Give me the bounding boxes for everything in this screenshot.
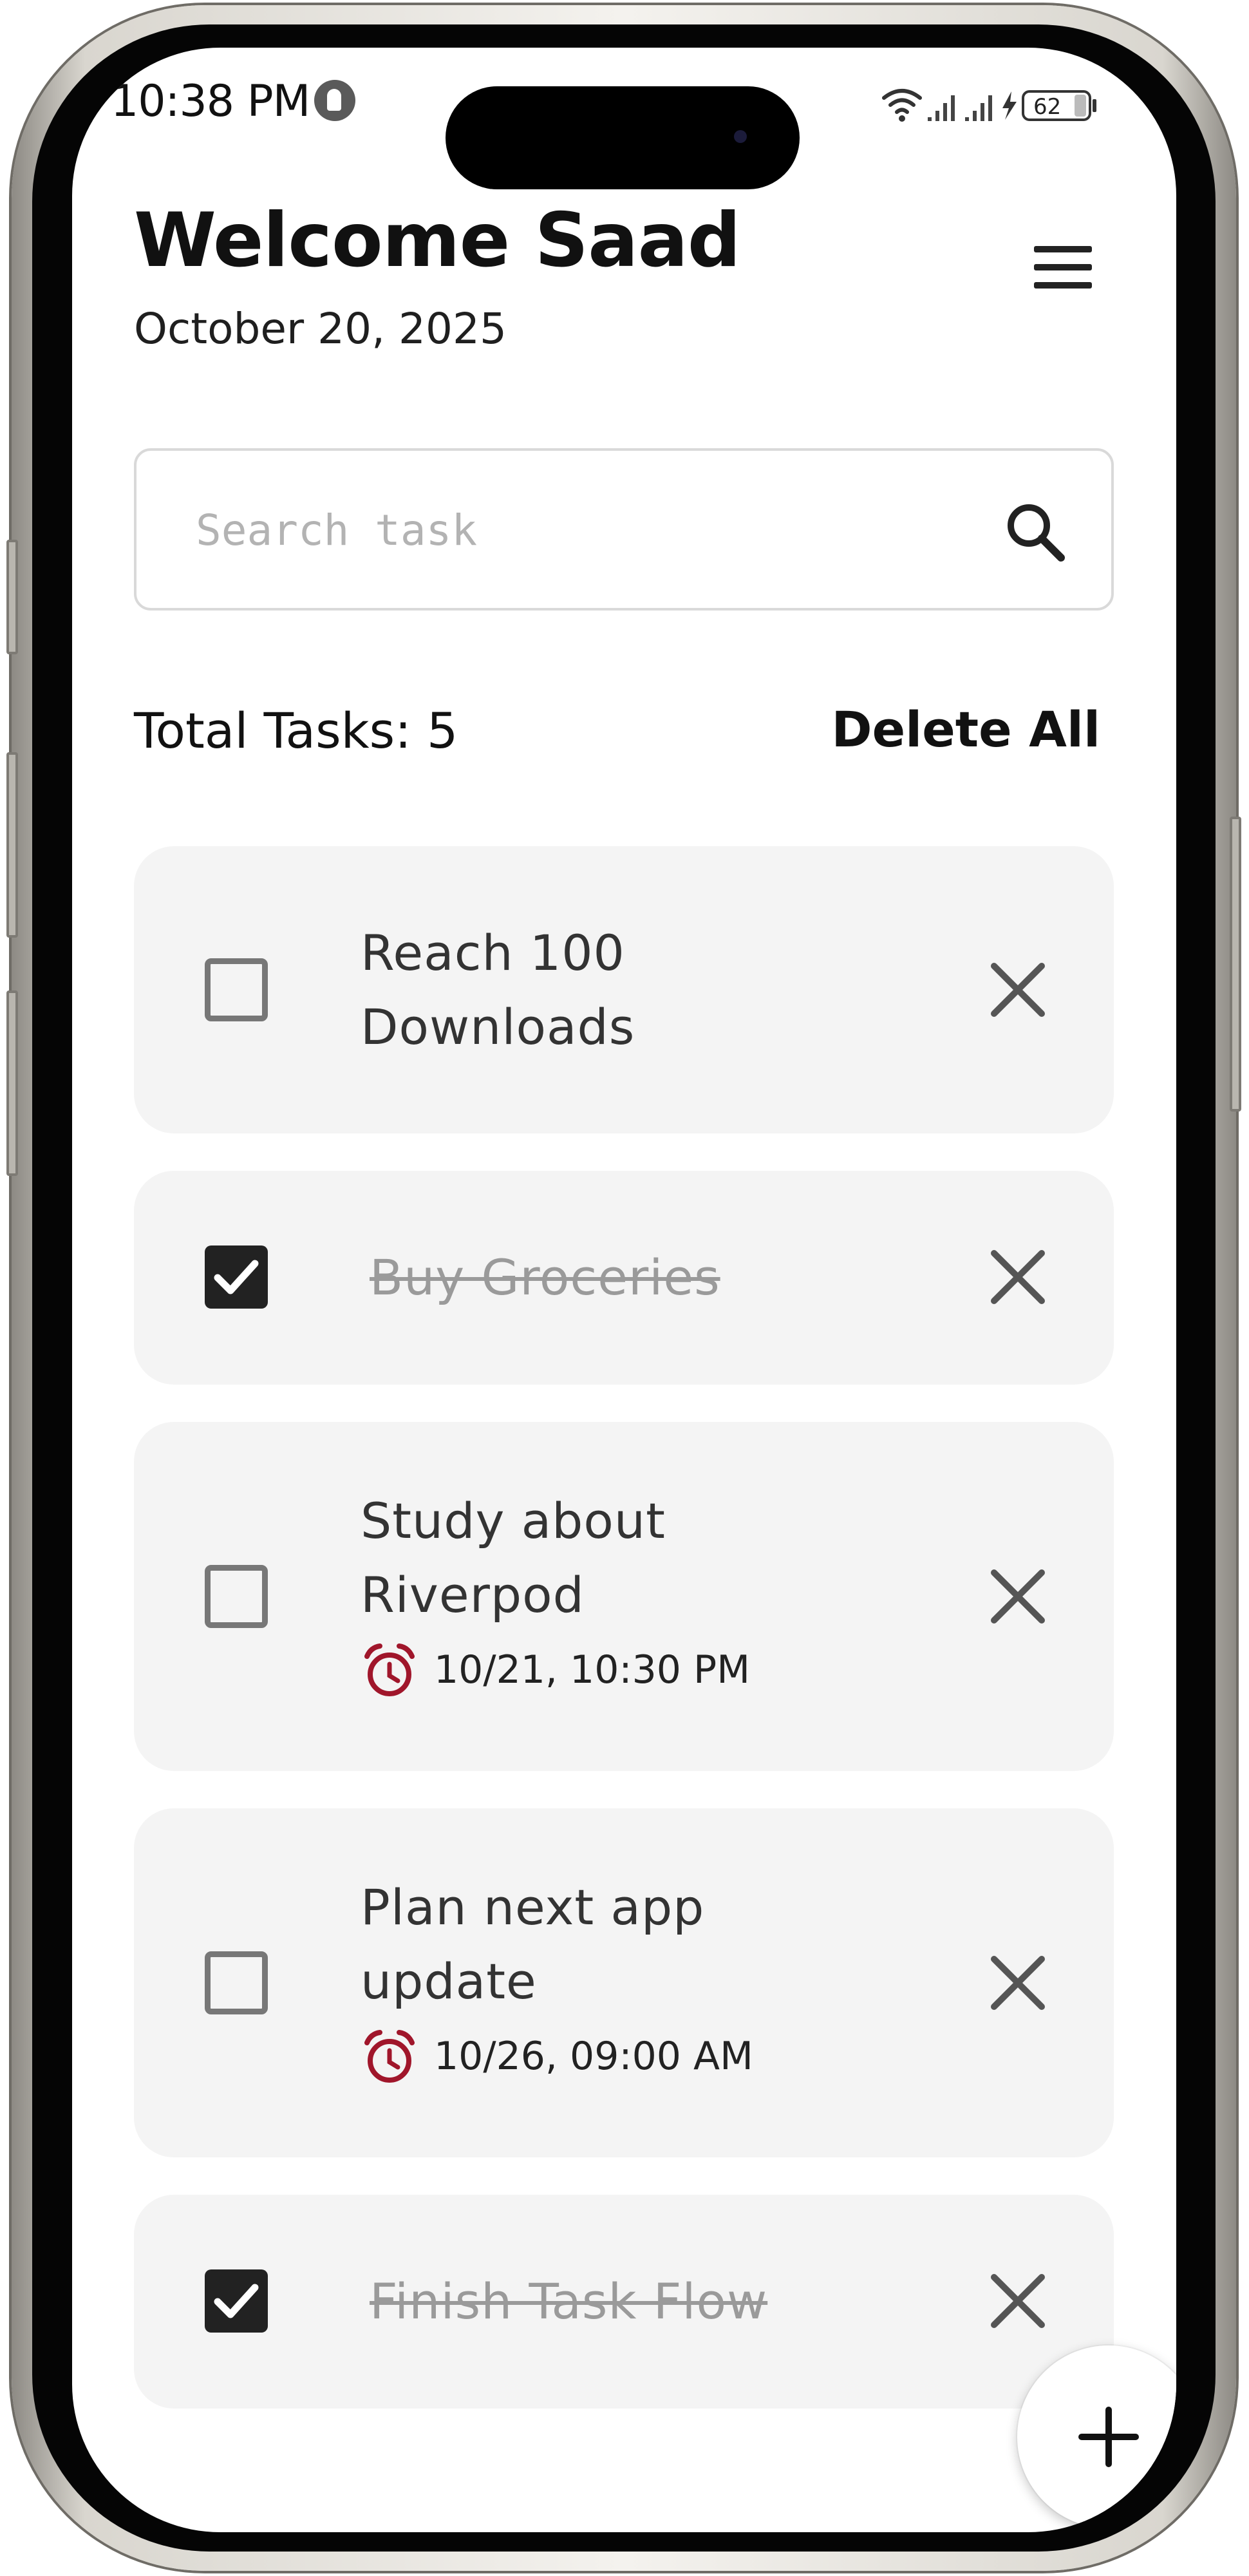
close-icon[interactable] (982, 1561, 1053, 1632)
menu-icon-bar (1034, 282, 1092, 289)
check-icon (214, 2284, 259, 2318)
alarm-clock-icon (364, 1643, 415, 1696)
task-checkbox[interactable] (205, 1951, 268, 2014)
task-card[interactable]: Buy Groceries (134, 1171, 1114, 1385)
menu-icon-bar (1034, 246, 1092, 252)
close-icon[interactable] (982, 2266, 1053, 2336)
signal-icon (965, 95, 992, 121)
task-title-line: Riverpod (361, 1566, 585, 1624)
task-card[interactable]: Plan next app update 10/26, 09:00 AM (134, 1808, 1114, 2157)
volume-up-button (6, 752, 18, 938)
dynamic-island (446, 86, 800, 189)
task-title-completed: Finish Task Flow (370, 2273, 768, 2330)
task-title: Reach 100 Downloads (361, 916, 635, 1064)
task-checkbox[interactable] (205, 1565, 268, 1628)
task-title-line: Study about (361, 1492, 666, 1549)
task-title-line: Reach 100 (361, 924, 625, 981)
task-title: Study about Riverpod (361, 1484, 666, 1632)
task-due-time: 10/21, 10:30 PM (434, 1647, 750, 1692)
task-checkbox[interactable] (205, 958, 268, 1021)
page-title: Welcome Saad (134, 197, 741, 284)
volume-down-button (6, 990, 18, 1176)
search-icon[interactable] (1000, 497, 1071, 568)
plus-icon (1078, 2407, 1139, 2467)
app-screen: 10:38 PM 62 Welcome Saad October 20, 202… (72, 48, 1176, 2532)
alarm-clock-icon (364, 2030, 415, 2083)
hamburger-menu-button[interactable] (1021, 234, 1105, 305)
task-title-line: Plan next app (361, 1879, 705, 1936)
search-input[interactable] (194, 497, 937, 563)
close-icon[interactable] (982, 1242, 1053, 1312)
task-title-completed: Buy Groceries (370, 1249, 720, 1306)
current-date: October 20, 2025 (134, 304, 507, 354)
close-icon[interactable] (982, 954, 1053, 1025)
notification-app-icon (314, 80, 355, 121)
total-tasks-count: Total Tasks: 5 (134, 702, 458, 759)
task-card[interactable]: Finish Task Flow (134, 2195, 1114, 2409)
search-box (134, 448, 1114, 611)
status-time: 10:38 PM (111, 76, 310, 127)
close-icon[interactable] (982, 1947, 1053, 2018)
status-icons: 62 (882, 89, 1096, 122)
signal-icon (928, 95, 955, 121)
task-checkbox-checked[interactable] (205, 2269, 268, 2333)
task-card[interactable]: Study about Riverpod 10/21, 10:30 PM (134, 1422, 1114, 1771)
menu-icon-bar (1034, 264, 1092, 270)
front-camera (734, 130, 747, 143)
power-button (1230, 817, 1241, 1112)
task-title-line: update (361, 1953, 537, 2010)
task-due-time: 10/26, 09:00 AM (434, 2034, 753, 2079)
charging-icon (1002, 91, 1017, 120)
task-title: Plan next app update (361, 1870, 704, 2018)
task-card[interactable]: Reach 100 Downloads (134, 846, 1114, 1133)
task-title-line: Downloads (361, 998, 635, 1056)
task-checkbox-checked[interactable] (205, 1245, 268, 1309)
battery-level: 62 (1033, 94, 1061, 120)
delete-all-button[interactable]: Delete All (832, 701, 1100, 758)
wifi-icon (882, 89, 922, 114)
check-icon (214, 1260, 259, 1294)
mute-switch (6, 540, 18, 654)
